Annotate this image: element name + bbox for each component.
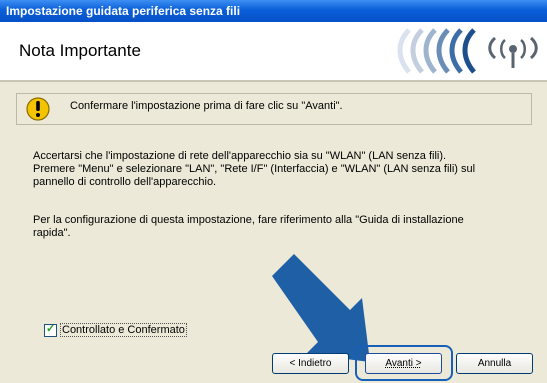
note-box: Confermare l'impostazione prima di fare … <box>16 93 532 125</box>
check-mark-icon: ✓ <box>46 322 56 335</box>
wireless-logo-icon <box>397 28 538 74</box>
checkbox-box[interactable]: ✓ <box>44 322 57 337</box>
header-divider <box>0 80 547 82</box>
next-button[interactable]: Avanti > <box>365 353 442 374</box>
window-title: Impostazione guidata periferica senza fi… <box>0 0 547 22</box>
note-text: Confermare l'impostazione prima di fare … <box>70 100 343 112</box>
back-button[interactable]: < Indietro <box>272 353 349 374</box>
checkbox-label: Controllato e Confermato <box>60 323 187 337</box>
page-title: Nota Importante <box>19 41 141 60</box>
cancel-button[interactable]: Annulla <box>456 353 533 374</box>
confirm-checkbox[interactable]: ✓ Controllato e Confermato <box>44 323 187 337</box>
next-button-label: Avanti > <box>385 358 422 369</box>
wizard-window: Impostazione guidata periferica senza fi… <box>0 0 547 383</box>
reference-paragraph: Per la configurazione di questa impostaz… <box>33 214 464 239</box>
warning-icon <box>26 97 50 121</box>
instruction-paragraph: Accertarsi che l'impostazione di rete de… <box>33 150 476 188</box>
wizard-header: Nota Importante <box>0 22 547 80</box>
